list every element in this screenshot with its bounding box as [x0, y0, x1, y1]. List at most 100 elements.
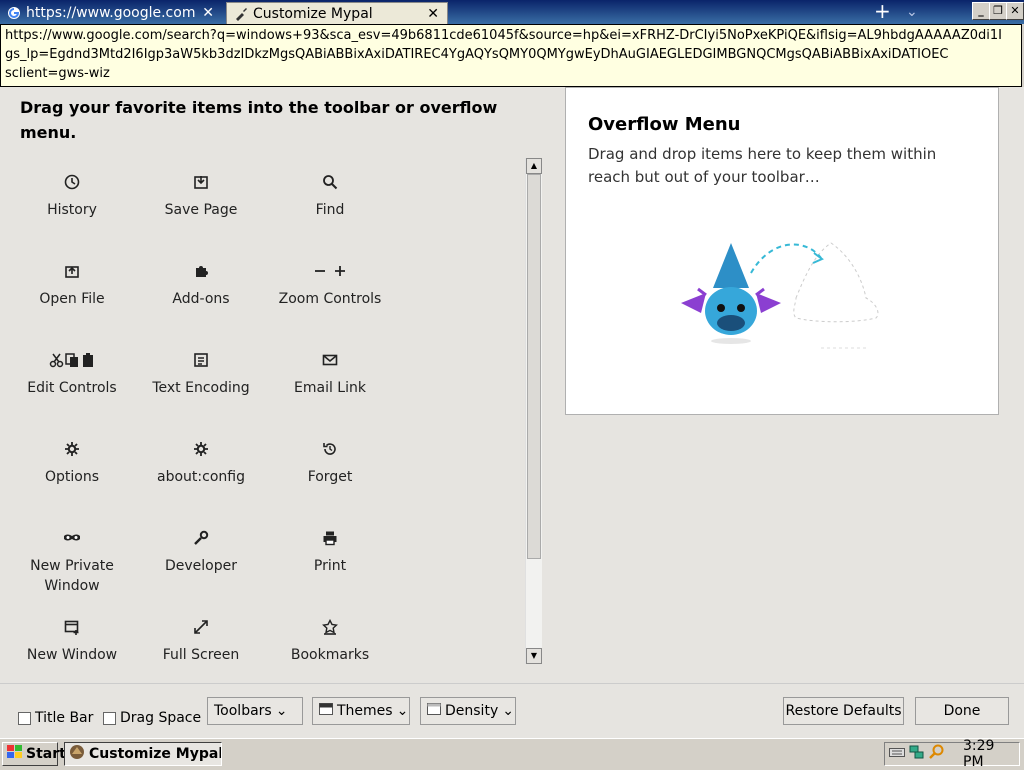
- themes-dropdown[interactable]: Themes ⌄: [312, 697, 410, 725]
- overflow-menu-panel[interactable]: Overflow Menu Drag and drop items here t…: [565, 87, 999, 415]
- palette-item-label: Forget: [307, 469, 353, 485]
- dropdown-label: Themes: [337, 703, 393, 719]
- toolbars-dropdown[interactable]: Toolbars ⌄: [207, 697, 303, 725]
- restore-defaults-button[interactable]: Restore Defaults: [783, 697, 904, 725]
- palette-item-new-window[interactable]: New Window: [12, 619, 132, 665]
- minimize-button[interactable]: _: [972, 2, 990, 20]
- scroll-up-icon[interactable]: ▲: [526, 158, 542, 174]
- puzzle-icon: [141, 263, 261, 283]
- start-button[interactable]: Start: [2, 742, 66, 766]
- palette-item-label: Find: [315, 202, 345, 218]
- wrench-icon: [141, 530, 261, 550]
- palette-item-full-screen[interactable]: Full Screen: [141, 619, 261, 665]
- palette-item-forget[interactable]: Forget: [270, 441, 390, 487]
- keyboard-icon[interactable]: [889, 745, 905, 763]
- close-tab-icon[interactable]: ✕: [427, 3, 439, 24]
- palette-item-developer[interactable]: Developer: [141, 530, 261, 576]
- open-file-icon: [12, 263, 132, 283]
- palette-item-label: Bookmarks: [290, 647, 370, 663]
- taskbar-item-label: Customize Mypal...: [89, 746, 221, 762]
- new-window-icon: [12, 619, 132, 639]
- bookmarks-icon: [270, 618, 390, 639]
- printer-icon: [270, 530, 390, 550]
- tab-title: https://www.google.com: [26, 5, 196, 21]
- history-icon: [12, 174, 132, 194]
- dragon-illustration-icon: [681, 242, 879, 349]
- search-tray-icon[interactable]: [929, 744, 945, 764]
- checkbox-box[interactable]: [18, 711, 31, 725]
- chevron-down-icon: ⌄: [502, 703, 514, 719]
- palette-item-new-private-window[interactable]: New Private Window: [12, 530, 132, 596]
- url-tooltip: https://www.google.com/search?q=windows+…: [0, 24, 1022, 87]
- palette-scrollbar[interactable]: ▲ ▼: [525, 158, 542, 664]
- palette-item-label: New Private Window: [30, 558, 114, 594]
- overflow-description: Drag and drop items here to keep them wi…: [588, 145, 937, 186]
- edit-controls-icon: [12, 352, 132, 372]
- system-tray: 3:29 PM: [884, 738, 1020, 770]
- tooltip-line: gs_lp=Egdnd3Mtd2I6Igp3aW5kb3dzIDkzMgsQAB…: [5, 47, 949, 62]
- overflow-title: Overflow Menu: [588, 114, 741, 135]
- tooltip-line: sclient=gws-wiz: [5, 66, 110, 81]
- tab-strip: https://www.google.com ✕ Customize Mypal…: [0, 0, 1024, 24]
- clock: 3:29 PM: [963, 738, 995, 770]
- palette-item-label: Options: [44, 469, 100, 485]
- restore-button[interactable]: ❐: [989, 2, 1007, 20]
- palette-item-label: New Window: [26, 647, 118, 663]
- taskbar-item-customize[interactable]: Customize Mypal...: [64, 742, 222, 766]
- scroll-down-icon[interactable]: ▼: [526, 648, 542, 664]
- palette-item-add-ons[interactable]: Add-ons: [141, 263, 261, 309]
- palette-item-bookmarks[interactable]: Bookmarks: [270, 618, 390, 665]
- customize-footer: Title Bar Drag Space Toolbars ⌄ Themes ⌄…: [0, 683, 1024, 739]
- palette-item-label: Zoom Controls: [278, 291, 382, 307]
- palette-item-find[interactable]: Find: [270, 174, 390, 220]
- tab-list-chevron-icon[interactable]: ⌄: [906, 4, 918, 20]
- scrollbar-thumb[interactable]: [527, 174, 541, 559]
- drag-space-checkbox[interactable]: Drag Space: [103, 710, 201, 726]
- palette-item-label: Print: [313, 558, 347, 574]
- palette-item-about-config[interactable]: about:config: [141, 441, 261, 487]
- palette-item-history[interactable]: History: [12, 174, 132, 220]
- tab-title: Customize Mypal: [253, 6, 373, 22]
- palette-item-edit-controls[interactable]: Edit Controls: [12, 352, 132, 398]
- network-icon[interactable]: [909, 744, 925, 764]
- checkbox-box[interactable]: [103, 711, 116, 725]
- close-tab-icon[interactable]: ✕: [202, 2, 214, 24]
- done-button[interactable]: Done: [915, 697, 1009, 725]
- theme-swatch-icon: [319, 698, 333, 724]
- palette-item-zoom-controls[interactable]: Zoom Controls: [270, 263, 390, 309]
- gear-icon: [141, 441, 261, 461]
- tab-customize[interactable]: Customize Mypal ✕: [226, 2, 448, 24]
- palette-item-options[interactable]: Options: [12, 441, 132, 487]
- title-bar-checkbox[interactable]: Title Bar: [18, 710, 93, 726]
- start-label: Start: [26, 746, 66, 762]
- chevron-down-icon: ⌄: [275, 703, 288, 719]
- palette-item-save-page[interactable]: Save Page: [141, 174, 261, 220]
- zoom-icon: [270, 263, 390, 283]
- palette-item-label: Developer: [164, 558, 237, 574]
- palette-item-label: Full Screen: [162, 647, 240, 663]
- palette-item-open-file[interactable]: Open File: [12, 263, 132, 309]
- palette-item-label: History: [47, 202, 97, 218]
- new-tab-icon[interactable]: +: [874, 1, 891, 21]
- density-dropdown[interactable]: Density ⌄: [420, 697, 516, 725]
- windows-logo-icon: [7, 745, 23, 763]
- palette-item-print[interactable]: Print: [270, 530, 390, 576]
- forget-icon: [270, 441, 390, 461]
- palette-item-email-link[interactable]: Email Link: [270, 352, 390, 398]
- palette-item-label: about:config: [157, 469, 245, 485]
- palette-item-label: Open File: [39, 291, 105, 307]
- mypal-app-icon: [69, 744, 85, 764]
- save-page-icon: [141, 174, 261, 194]
- mask-icon: [12, 530, 132, 550]
- gear-icon: [12, 441, 132, 461]
- chevron-down-icon: ⌄: [396, 703, 409, 719]
- palette-heading: Drag your favorite items into the toolba…: [20, 98, 498, 142]
- close-window-button[interactable]: ✕: [1006, 2, 1024, 20]
- tab-google[interactable]: https://www.google.com ✕: [0, 2, 222, 24]
- envelope-icon: [270, 352, 390, 372]
- palette-item-label: Edit Controls: [27, 380, 117, 396]
- palette-item-label: Text Encoding: [152, 380, 250, 396]
- palette-item-label: Email Link: [294, 380, 366, 396]
- fullscreen-icon: [141, 619, 261, 639]
- palette-item-text-encoding[interactable]: Text Encoding: [141, 352, 261, 398]
